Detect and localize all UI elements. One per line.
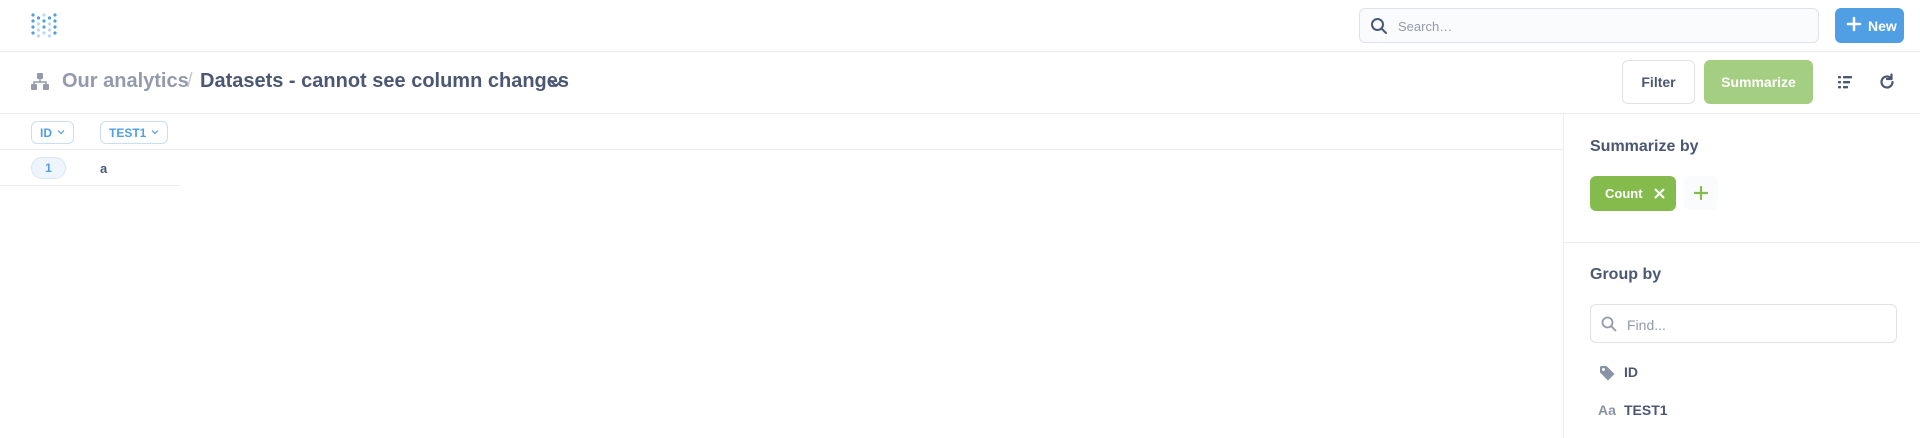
- chevron-down-icon[interactable]: [548, 76, 564, 92]
- metabase-logo-icon[interactable]: [30, 12, 58, 40]
- sidebar-divider: [1564, 242, 1920, 243]
- results-table: ID TEST1 1 a: [0, 114, 1563, 438]
- tag-icon: [1600, 366, 1615, 381]
- chevron-down-icon: [151, 130, 159, 135]
- find-placeholder: Find...: [1627, 317, 1666, 333]
- refresh-icon[interactable]: [1878, 73, 1896, 91]
- column-header-label: TEST1: [109, 126, 147, 140]
- group-by-field-test1[interactable]: Aa TEST1: [1590, 393, 1897, 427]
- plus-icon: [1846, 16, 1862, 32]
- table-cell-id[interactable]: 1: [31, 157, 66, 179]
- column-header-test1[interactable]: TEST1: [100, 121, 169, 144]
- notebook-icon[interactable]: [1836, 73, 1854, 91]
- search-placeholder: Search…: [1398, 19, 1453, 34]
- filter-button[interactable]: Filter: [1622, 60, 1695, 104]
- breadcrumb-separator: /: [187, 70, 193, 92]
- group-by-field-id[interactable]: ID: [1590, 355, 1897, 389]
- table-cell-test1: a: [100, 161, 108, 176]
- group-by-title: Group by: [1590, 266, 1662, 283]
- summarize-sidebar: Summarize by Count Group by Find... ID A…: [1563, 114, 1920, 438]
- close-icon[interactable]: [1654, 188, 1665, 199]
- header-divider: [0, 149, 1563, 150]
- field-label: TEST1: [1624, 402, 1668, 418]
- metric-label: Count: [1605, 186, 1643, 201]
- top-nav: Search… New: [0, 0, 1920, 52]
- row-divider: [0, 185, 180, 186]
- question-title[interactable]: Datasets - cannot see column changes: [200, 70, 569, 93]
- group-by-search-input[interactable]: Find...: [1590, 304, 1897, 343]
- text-type-icon: Aa: [1598, 402, 1616, 418]
- column-header-id[interactable]: ID: [31, 121, 74, 144]
- column-header-label: ID: [40, 126, 52, 140]
- add-metric-button[interactable]: [1684, 176, 1718, 210]
- summarize-by-title: Summarize by: [1590, 138, 1699, 155]
- new-button-label: New: [1868, 18, 1897, 34]
- chevron-down-icon: [57, 130, 65, 135]
- new-button[interactable]: New: [1835, 8, 1904, 43]
- plus-icon: [1694, 186, 1708, 200]
- field-label: ID: [1624, 364, 1638, 380]
- collection-icon: [31, 73, 49, 90]
- search-icon: [1371, 18, 1387, 34]
- view-header: Our analytics / Datasets - cannot see co…: [0, 52, 1920, 114]
- search-input[interactable]: Search…: [1359, 8, 1819, 43]
- summarize-button[interactable]: Summarize: [1704, 60, 1813, 104]
- metric-count-pill[interactable]: Count: [1590, 176, 1676, 211]
- search-icon: [1601, 316, 1617, 332]
- breadcrumb-collection[interactable]: Our analytics: [62, 70, 189, 93]
